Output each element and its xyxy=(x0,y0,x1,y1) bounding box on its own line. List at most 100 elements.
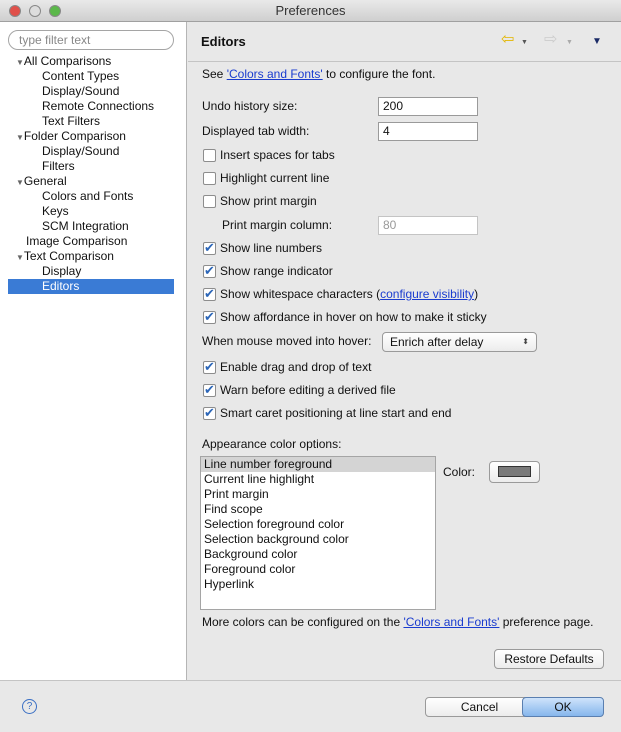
tree-item-label: Display/Sound xyxy=(42,144,120,158)
list-item[interactable]: Foreground color xyxy=(201,562,435,577)
tree-item[interactable]: Text Filters xyxy=(42,114,100,129)
tree-item-label: Display/Sound xyxy=(42,84,120,98)
tree-item[interactable]: Display/Sound xyxy=(42,144,119,159)
list-item[interactable]: Line number foreground xyxy=(201,457,435,472)
tree-item[interactable]: Display xyxy=(42,264,81,279)
tree-item[interactable]: Keys xyxy=(42,204,69,219)
margin-column-input: 80 xyxy=(378,216,478,235)
hint-text: See xyxy=(202,67,227,81)
expand-triangle-icon[interactable]: ▼ xyxy=(16,178,24,187)
hover-select[interactable]: Enrich after delay ⬍ xyxy=(382,332,537,352)
tab-width-label: Displayed tab width: xyxy=(202,124,310,138)
range-indicator-checkbox[interactable] xyxy=(203,263,216,279)
tree-item[interactable]: Remote Connections xyxy=(42,99,154,114)
tree-item[interactable]: ▼Folder Comparison xyxy=(16,129,126,144)
cancel-button[interactable]: Cancel xyxy=(425,697,534,717)
hint-text: to configure the font. xyxy=(322,67,436,81)
expand-triangle-icon[interactable]: ▼ xyxy=(16,58,24,67)
insert-spaces-checkbox[interactable] xyxy=(203,149,216,162)
drag-drop-label: Enable drag and drop of text xyxy=(220,360,372,374)
hover-label: When mouse moved into hover: xyxy=(202,334,372,348)
forward-menu-icon[interactable]: ▼ xyxy=(566,35,573,50)
title-bar: Preferences xyxy=(0,0,621,22)
tree-item[interactable]: Display/Sound xyxy=(42,84,119,99)
list-item[interactable]: Selection background color xyxy=(201,532,435,547)
expand-triangle-icon[interactable]: ▼ xyxy=(16,253,24,262)
tree-item-label: Colors and Fonts xyxy=(42,189,134,203)
tree-item-label: Keys xyxy=(42,204,69,218)
restore-defaults-button[interactable]: Restore Defaults xyxy=(494,649,604,669)
appearance-list[interactable]: Line number foreground Current line highl… xyxy=(200,456,436,610)
highlight-line-checkbox[interactable] xyxy=(203,172,216,185)
color-swatch xyxy=(498,466,531,477)
expand-triangle-icon[interactable]: ▼ xyxy=(16,133,24,142)
print-margin-label: Show print margin xyxy=(220,194,317,208)
colors-fonts-link-2[interactable]: 'Colors and Fonts' xyxy=(403,615,499,629)
highlight-line-label: Highlight current line xyxy=(220,171,330,185)
minimize-window-button[interactable] xyxy=(29,5,41,17)
color-picker-button[interactable] xyxy=(489,461,540,483)
help-icon[interactable]: ? xyxy=(22,699,37,714)
back-menu-icon[interactable]: ▼ xyxy=(521,35,528,50)
whitespace-text: Show whitespace characters xyxy=(220,287,373,301)
filter-input[interactable]: type filter text xyxy=(8,30,174,50)
hint-text: preference page. xyxy=(499,615,594,629)
tree-item-label: Folder Comparison xyxy=(23,129,126,143)
forward-arrow-icon[interactable]: ⇨ xyxy=(544,32,557,48)
affordance-checkbox[interactable] xyxy=(203,309,216,325)
page-title: Editors xyxy=(201,34,246,49)
warn-derived-label: Warn before editing a derived file xyxy=(220,383,396,397)
more-colors-hint: More colors can be configured on the 'Co… xyxy=(202,615,594,630)
hover-select-value: Enrich after delay xyxy=(390,335,484,349)
list-item[interactable]: Find scope xyxy=(201,502,435,517)
drag-drop-checkbox[interactable] xyxy=(203,359,216,375)
tree-item-label: Content Types xyxy=(42,69,120,83)
tree-item[interactable]: Filters xyxy=(42,159,75,174)
dialog-footer: ? Cancel OK xyxy=(0,680,621,732)
colors-fonts-link[interactable]: 'Colors and Fonts' xyxy=(227,67,323,81)
list-item[interactable]: Current line highlight xyxy=(201,472,435,487)
configure-visibility-link[interactable]: configure visibility xyxy=(380,287,474,301)
tree-item[interactable]: ▼All Comparisons xyxy=(16,54,111,69)
ok-button[interactable]: OK xyxy=(522,697,604,717)
print-margin-checkbox[interactable] xyxy=(203,195,216,208)
tree-item-label: All Comparisons xyxy=(23,54,112,68)
tree-item-label: Text Filters xyxy=(42,114,101,128)
smart-caret-checkbox[interactable] xyxy=(203,405,216,421)
updown-icon: ⬍ xyxy=(522,337,529,346)
tree-item[interactable]: SCM Integration xyxy=(42,219,129,234)
color-label: Color: xyxy=(443,465,476,479)
tree-item[interactable]: ▼Text Comparison xyxy=(16,249,114,264)
tree-item[interactable]: Content Types xyxy=(42,69,119,84)
back-arrow-icon[interactable]: ⇦ xyxy=(501,32,514,48)
tree-item-label: SCM Integration xyxy=(42,219,129,233)
close-window-button[interactable] xyxy=(9,5,21,17)
list-item[interactable]: Selection foreground color xyxy=(201,517,435,532)
list-item[interactable]: Background color xyxy=(201,547,435,562)
hint-text: More colors can be configured on the xyxy=(202,615,404,629)
line-numbers-checkbox[interactable] xyxy=(203,240,216,256)
tree-item-label: Filters xyxy=(42,159,75,173)
affordance-label: Show affordance in hover on how to make … xyxy=(220,310,487,324)
tab-width-input[interactable]: 4 xyxy=(378,122,478,141)
tree-item-label: Remote Connections xyxy=(42,99,155,113)
tree-item[interactable]: Image Comparison xyxy=(26,234,127,249)
window-title: Preferences xyxy=(275,3,346,18)
undo-history-input[interactable]: 200 xyxy=(378,97,478,116)
tree-item[interactable]: Editors xyxy=(8,279,174,294)
zoom-window-button[interactable] xyxy=(49,5,61,17)
tree-item-label: Image Comparison xyxy=(26,234,128,248)
appearance-label: Appearance color options: xyxy=(202,437,342,451)
warn-derived-checkbox[interactable] xyxy=(203,382,216,398)
font-hint: See 'Colors and Fonts' to configure the … xyxy=(202,67,435,82)
line-numbers-label: Show line numbers xyxy=(220,241,323,255)
page-header: Editors ⇦ ▼ ⇨ ▼ ▼ xyxy=(188,22,621,62)
whitespace-checkbox[interactable] xyxy=(203,286,216,302)
tree-item[interactable]: Colors and Fonts xyxy=(42,189,133,204)
smart-caret-label: Smart caret positioning at line start an… xyxy=(220,406,452,420)
tree-item[interactable]: ▼General xyxy=(16,174,67,189)
list-item[interactable]: Print margin xyxy=(201,487,435,502)
list-item[interactable]: Hyperlink xyxy=(201,577,435,592)
tree-item-label: General xyxy=(23,174,67,188)
view-menu-icon[interactable]: ▼ xyxy=(592,34,602,49)
